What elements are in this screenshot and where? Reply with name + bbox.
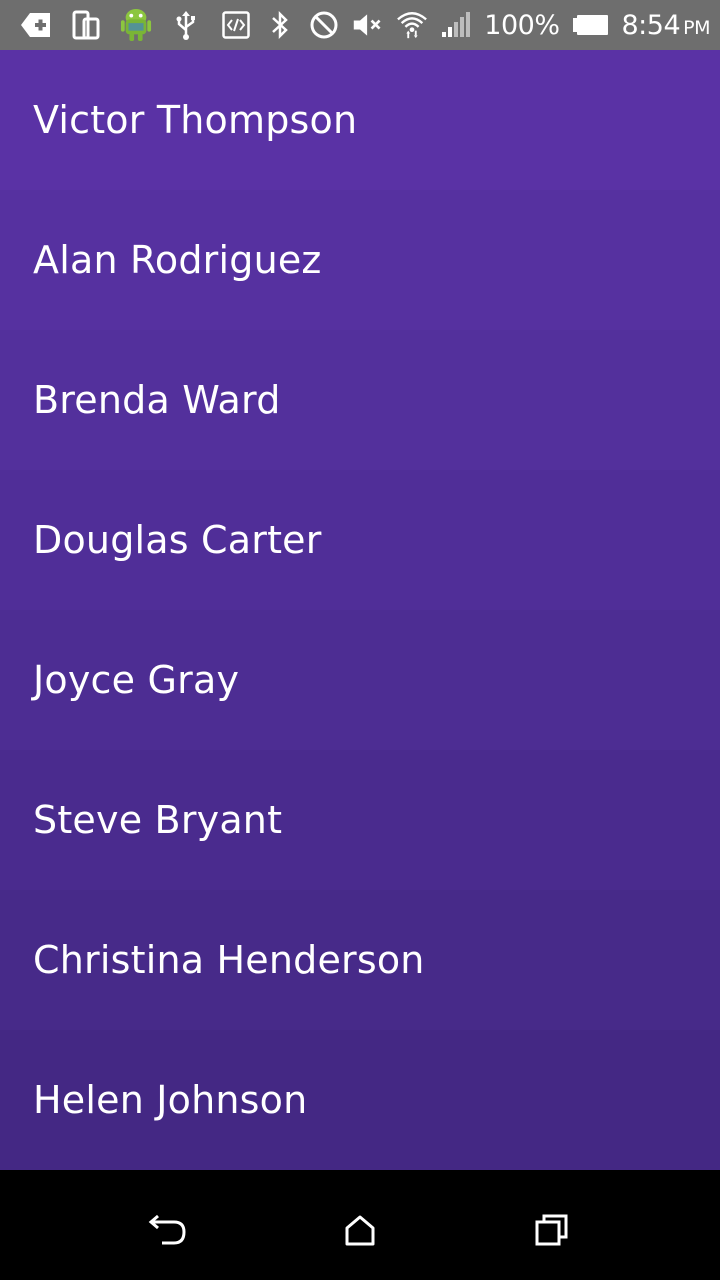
wifi-icon [396,9,428,41]
home-button[interactable] [338,1212,382,1252]
screen: 100% 8:54 PM Victor Thompson Alan Rodrigue… [0,0,720,1280]
contact-name: Brenda Ward [33,378,281,422]
contact-name: Joyce Gray [33,658,240,702]
contact-list-item[interactable]: Steve Bryant [0,750,720,890]
clock-time: 8:54 [621,9,681,41]
developer-code-icon [220,9,252,41]
contact-name: Steve Bryant [33,798,283,842]
contact-list-item[interactable]: Douglas Carter [0,470,720,610]
navigation-bar [0,1184,720,1280]
volume-muted-icon [352,9,384,41]
battery-icon [572,9,610,41]
contact-name: Douglas Carter [33,518,322,562]
contact-name: Helen Johnson [33,1078,308,1122]
contact-list[interactable]: Victor Thompson Alan Rodriguez Brenda Ward… [0,50,720,1184]
android-robot-icon [120,9,152,41]
back-button[interactable] [146,1212,190,1252]
battery-percent: 100% [484,9,560,41]
contact-list-item[interactable]: Joyce Gray [0,610,720,750]
contact-list-item[interactable]: Alan Rodriguez [0,190,720,330]
device-rotate-icon [70,9,102,41]
back-icon [148,1213,188,1252]
contact-name: Alan Rodriguez [33,238,322,282]
cell-signal-icon [440,9,472,41]
contact-list-item[interactable]: Christina Henderson [0,890,720,1030]
contact-name: Christina Henderson [33,938,425,982]
contact-list-item[interactable]: Victor Thompson [0,50,720,190]
clock: 8:54 PM [622,10,711,41]
contact-name: Victor Thompson [33,98,358,142]
status-bar: 100% 8:54 PM [0,0,720,50]
do-not-disturb-icon [308,9,340,41]
usb-icon [170,9,202,41]
contact-list-item[interactable]: Brenda Ward [0,330,720,470]
recent-apps-icon [535,1213,569,1252]
recent-apps-button[interactable] [530,1212,574,1252]
bluetooth-icon [264,9,296,41]
clock-ampm: PM [683,16,710,39]
home-icon [344,1214,376,1251]
contact-list-item[interactable]: Helen Johnson [0,1030,720,1170]
add-notification-icon [20,9,52,41]
